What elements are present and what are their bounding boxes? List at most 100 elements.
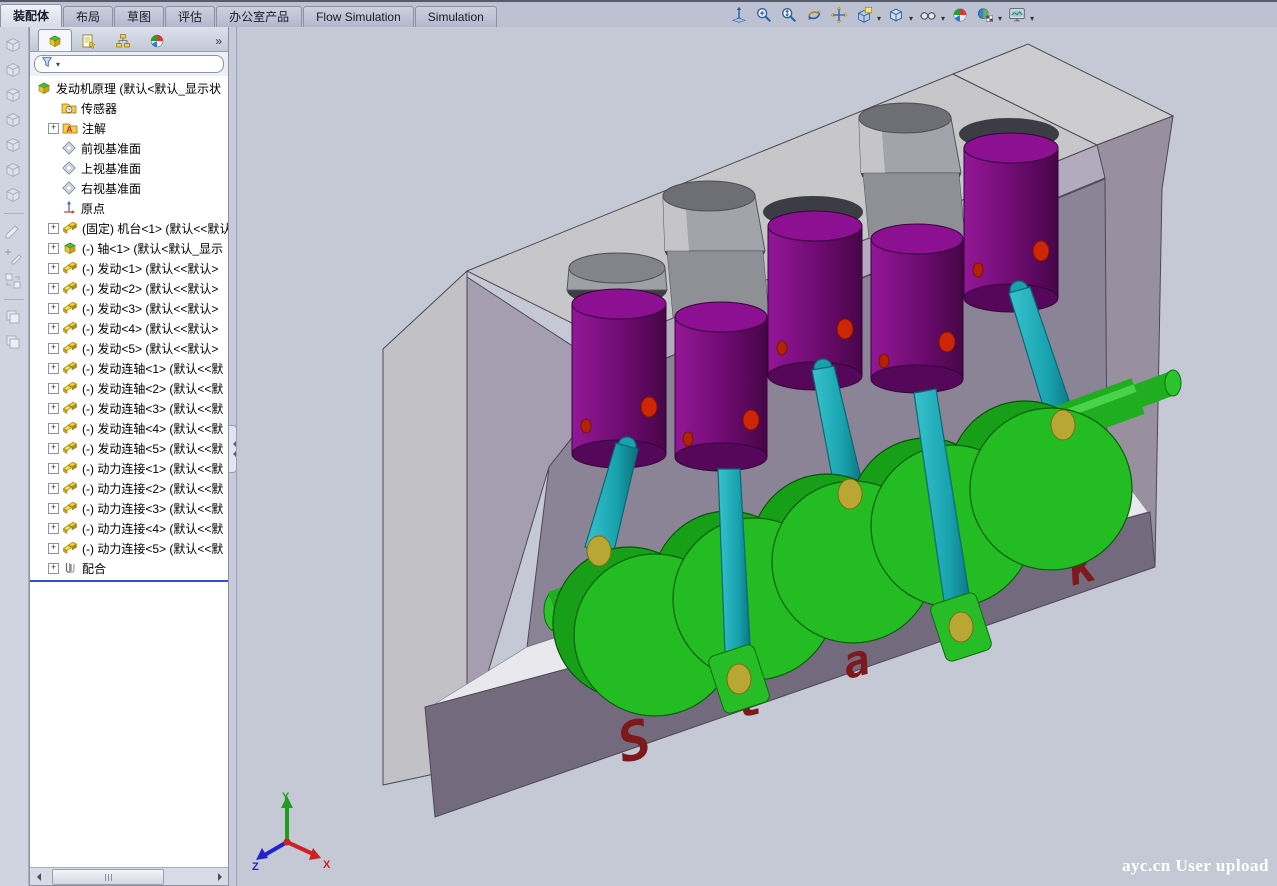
apply-scene-icon[interactable]: [974, 5, 996, 25]
tree-item[interactable]: +配合: [30, 558, 228, 578]
command-tab[interactable]: 草图: [114, 6, 164, 27]
tree-item[interactable]: 传感器: [30, 98, 228, 118]
expand-icon[interactable]: +: [48, 323, 59, 334]
expand-icon[interactable]: +: [48, 403, 59, 414]
layered-view-icon-2[interactable]: [3, 332, 25, 353]
part-icon: [62, 300, 79, 316]
dropdown-caret-icon[interactable]: ▾: [909, 14, 913, 23]
feature-tree: 发动机原理 (默认<默认_显示状传感器+A注解前视基准面上视基准面右视基准面原点…: [30, 76, 228, 867]
view-settings-icon[interactable]: [1006, 5, 1028, 25]
tree-item[interactable]: +(-) 发动连轴<4> (默认<<默: [30, 418, 228, 438]
view-orientation-icon[interactable]: [885, 5, 907, 25]
expand-icon[interactable]: +: [48, 343, 59, 354]
standard-view-icon-1[interactable]: [3, 35, 25, 56]
scroll-right-button[interactable]: [213, 869, 228, 884]
tree-item[interactable]: +(-) 动力连接<5> (默认<<默: [30, 538, 228, 558]
layered-view-icon-1[interactable]: [3, 307, 25, 328]
tree-item[interactable]: +(-) 发动连轴<5> (默认<<默: [30, 438, 228, 458]
tree-item[interactable]: +(-) 发动<5> (默认<<默认>: [30, 338, 228, 358]
standard-view-icon-4[interactable]: [3, 110, 25, 131]
expand-icon[interactable]: +: [48, 483, 59, 494]
dropdown-caret-icon[interactable]: ▾: [877, 14, 881, 23]
part-icon: [62, 520, 79, 536]
expand-icon[interactable]: +: [48, 543, 59, 554]
tree-item[interactable]: +(-) 轴<1> (默认<默认_显示: [30, 238, 228, 258]
dropdown-caret-icon[interactable]: ▾: [998, 14, 1002, 23]
dropdown-caret-icon[interactable]: ▾: [1030, 14, 1034, 23]
featuremanager-tab[interactable]: [38, 29, 72, 51]
expand-icon[interactable]: +: [48, 503, 59, 514]
command-tab[interactable]: Flow Simulation: [303, 6, 414, 27]
tree-item[interactable]: +(-) 发动连轴<1> (默认<<默: [30, 358, 228, 378]
add-sketch-icon[interactable]: [3, 246, 25, 267]
zoom-to-area-icon[interactable]: [753, 5, 775, 25]
zoom-in-out-icon[interactable]: [778, 5, 800, 25]
tree-item[interactable]: +(-) 发动<1> (默认<<默认>: [30, 258, 228, 278]
panel-collapse-handle[interactable]: [229, 425, 237, 473]
standard-view-icon-7[interactable]: [3, 185, 25, 206]
tree-item[interactable]: +(-) 动力连接<3> (默认<<默: [30, 498, 228, 518]
tree-filter-input[interactable]: ▾: [34, 55, 224, 73]
expand-icon[interactable]: +: [48, 443, 59, 454]
tree-item[interactable]: 上视基准面: [30, 158, 228, 178]
command-tab[interactable]: Simulation: [415, 6, 497, 27]
expand-icon[interactable]: +: [48, 263, 59, 274]
tree-item[interactable]: +(-) 动力连接<2> (默认<<默: [30, 478, 228, 498]
expand-icon[interactable]: +: [48, 243, 59, 254]
command-tab[interactable]: 评估: [165, 6, 215, 27]
scrollbar-thumb[interactable]: [52, 869, 164, 885]
expand-icon[interactable]: +: [48, 563, 59, 574]
standard-view-icon-5[interactable]: [3, 135, 25, 156]
tree-item[interactable]: 原点: [30, 198, 228, 218]
dropdown-caret-icon[interactable]: ▾: [941, 14, 945, 23]
standard-view-icon-2[interactable]: [3, 60, 25, 81]
tree-item[interactable]: + (-) 发动<3> (默认<<默认>: [30, 298, 228, 318]
tree-item[interactable]: +(固定) 机台<1> (默认<<默认: [30, 218, 228, 238]
edit-appearance-icon[interactable]: [949, 5, 971, 25]
filter-caret-icon[interactable]: ▾: [56, 60, 60, 69]
expand-icon[interactable]: +: [48, 383, 59, 394]
engine-assembly-model[interactable]: S t a r k: [237, 27, 1277, 886]
tree-item[interactable]: +(-) 发动<4> (默认<<默认>: [30, 318, 228, 338]
tree-item-label: (-) 发动<3> (默认<<默认>: [82, 300, 218, 317]
command-tab[interactable]: 装配体: [0, 4, 62, 27]
standard-view-icon-6[interactable]: [3, 160, 25, 181]
expand-icon[interactable]: +: [48, 283, 59, 294]
displaymanager-tab[interactable]: [140, 29, 174, 51]
tree-item[interactable]: +A注解: [30, 118, 228, 138]
scroll-left-button[interactable]: [30, 869, 45, 884]
expand-icon[interactable]: +: [48, 423, 59, 434]
expand-icon[interactable]: +: [48, 523, 59, 534]
tree-root-item[interactable]: 发动机原理 (默认<默认_显示状: [30, 78, 228, 98]
expand-icon[interactable]: +: [48, 463, 59, 474]
tree-item[interactable]: +(-) 发动<2> (默认<<默认>: [30, 278, 228, 298]
pan-icon[interactable]: [828, 5, 850, 25]
tree-item[interactable]: 右视基准面: [30, 178, 228, 198]
tree-item[interactable]: +(-) 发动连轴<3> (默认<<默: [30, 398, 228, 418]
sketch-icon[interactable]: [3, 221, 25, 242]
propertymanager-tab[interactable]: [72, 29, 106, 51]
configurationmanager-tab[interactable]: [106, 29, 140, 51]
command-tab-bar: 装配体布局草图评估办公室产品Flow SimulationSimulation …: [0, 0, 1277, 27]
rotate-view-icon[interactable]: [803, 5, 825, 25]
standard-view-icon-3[interactable]: [3, 85, 25, 106]
command-tab[interactable]: 布局: [63, 6, 113, 27]
panel-splitter[interactable]: [229, 27, 237, 886]
expand-icon[interactable]: +: [48, 303, 59, 314]
reorder-icon[interactable]: [3, 271, 25, 292]
tree-item[interactable]: +(-) 动力连接<4> (默认<<默: [30, 518, 228, 538]
display-style-icon[interactable]: [917, 5, 939, 25]
expand-icon[interactable]: +: [48, 363, 59, 374]
section-view-icon[interactable]: [853, 5, 875, 25]
tree-item[interactable]: +(-) 动力连接<1> (默认<<默: [30, 458, 228, 478]
svg-text:Y: Y: [282, 791, 290, 803]
zoom-to-fit-icon[interactable]: [728, 5, 750, 25]
tree-item[interactable]: 前视基准面: [30, 138, 228, 158]
graphics-viewport[interactable]: S t a r k: [237, 27, 1277, 886]
manager-tabs-overflow-button[interactable]: »: [215, 34, 222, 51]
expand-icon[interactable]: +: [48, 123, 59, 134]
tree-item[interactable]: +(-) 发动连轴<2> (默认<<默: [30, 378, 228, 398]
command-tab[interactable]: 办公室产品: [216, 6, 302, 27]
tree-horizontal-scrollbar[interactable]: [30, 867, 228, 885]
expand-icon[interactable]: +: [48, 223, 59, 234]
